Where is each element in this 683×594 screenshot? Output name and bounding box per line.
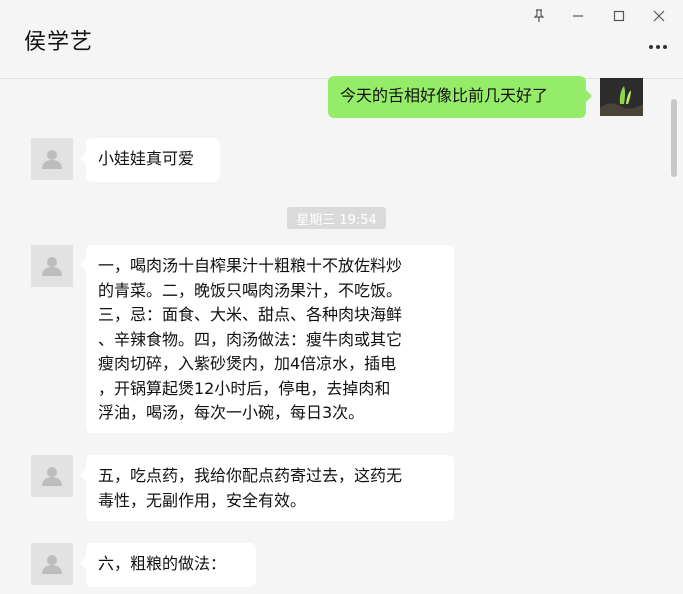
avatar[interactable] [600, 78, 643, 116]
maximize-icon[interactable] [605, 4, 633, 28]
message-bubble-contact[interactable]: 一，喝肉汤十自榨果汁十粗粮十不放佐料炒 的青菜。二，晚饭只喝肉汤果汁，不吃饭。 … [80, 245, 454, 433]
message-bubble-self[interactable]: 今天的舌相好像比前几天好了 [328, 76, 592, 118]
message-bubble-contact[interactable]: 五，吃点药，我给你配点药寄过去，这药无 毒性，无副作用，安全有效。 [80, 455, 454, 521]
contact-name: 侯学艺 [24, 30, 94, 55]
more-icon[interactable] [645, 38, 671, 56]
minimize-icon[interactable] [564, 4, 592, 28]
avatar[interactable] [31, 455, 73, 497]
avatar[interactable] [31, 245, 73, 287]
timestamp: 星期三 19:54 [287, 207, 386, 229]
close-icon[interactable] [645, 4, 673, 28]
avatar[interactable] [31, 543, 73, 585]
avatar[interactable] [31, 138, 73, 180]
message-bubble-contact[interactable]: 六，粗粮的做法： [80, 543, 256, 587]
title-bar: 侯学艺 [0, 0, 683, 79]
message-bubble-contact[interactable]: 小娃娃真可爱 [80, 138, 220, 182]
scrollbar[interactable] [671, 99, 677, 177]
pin-icon[interactable] [525, 4, 553, 28]
